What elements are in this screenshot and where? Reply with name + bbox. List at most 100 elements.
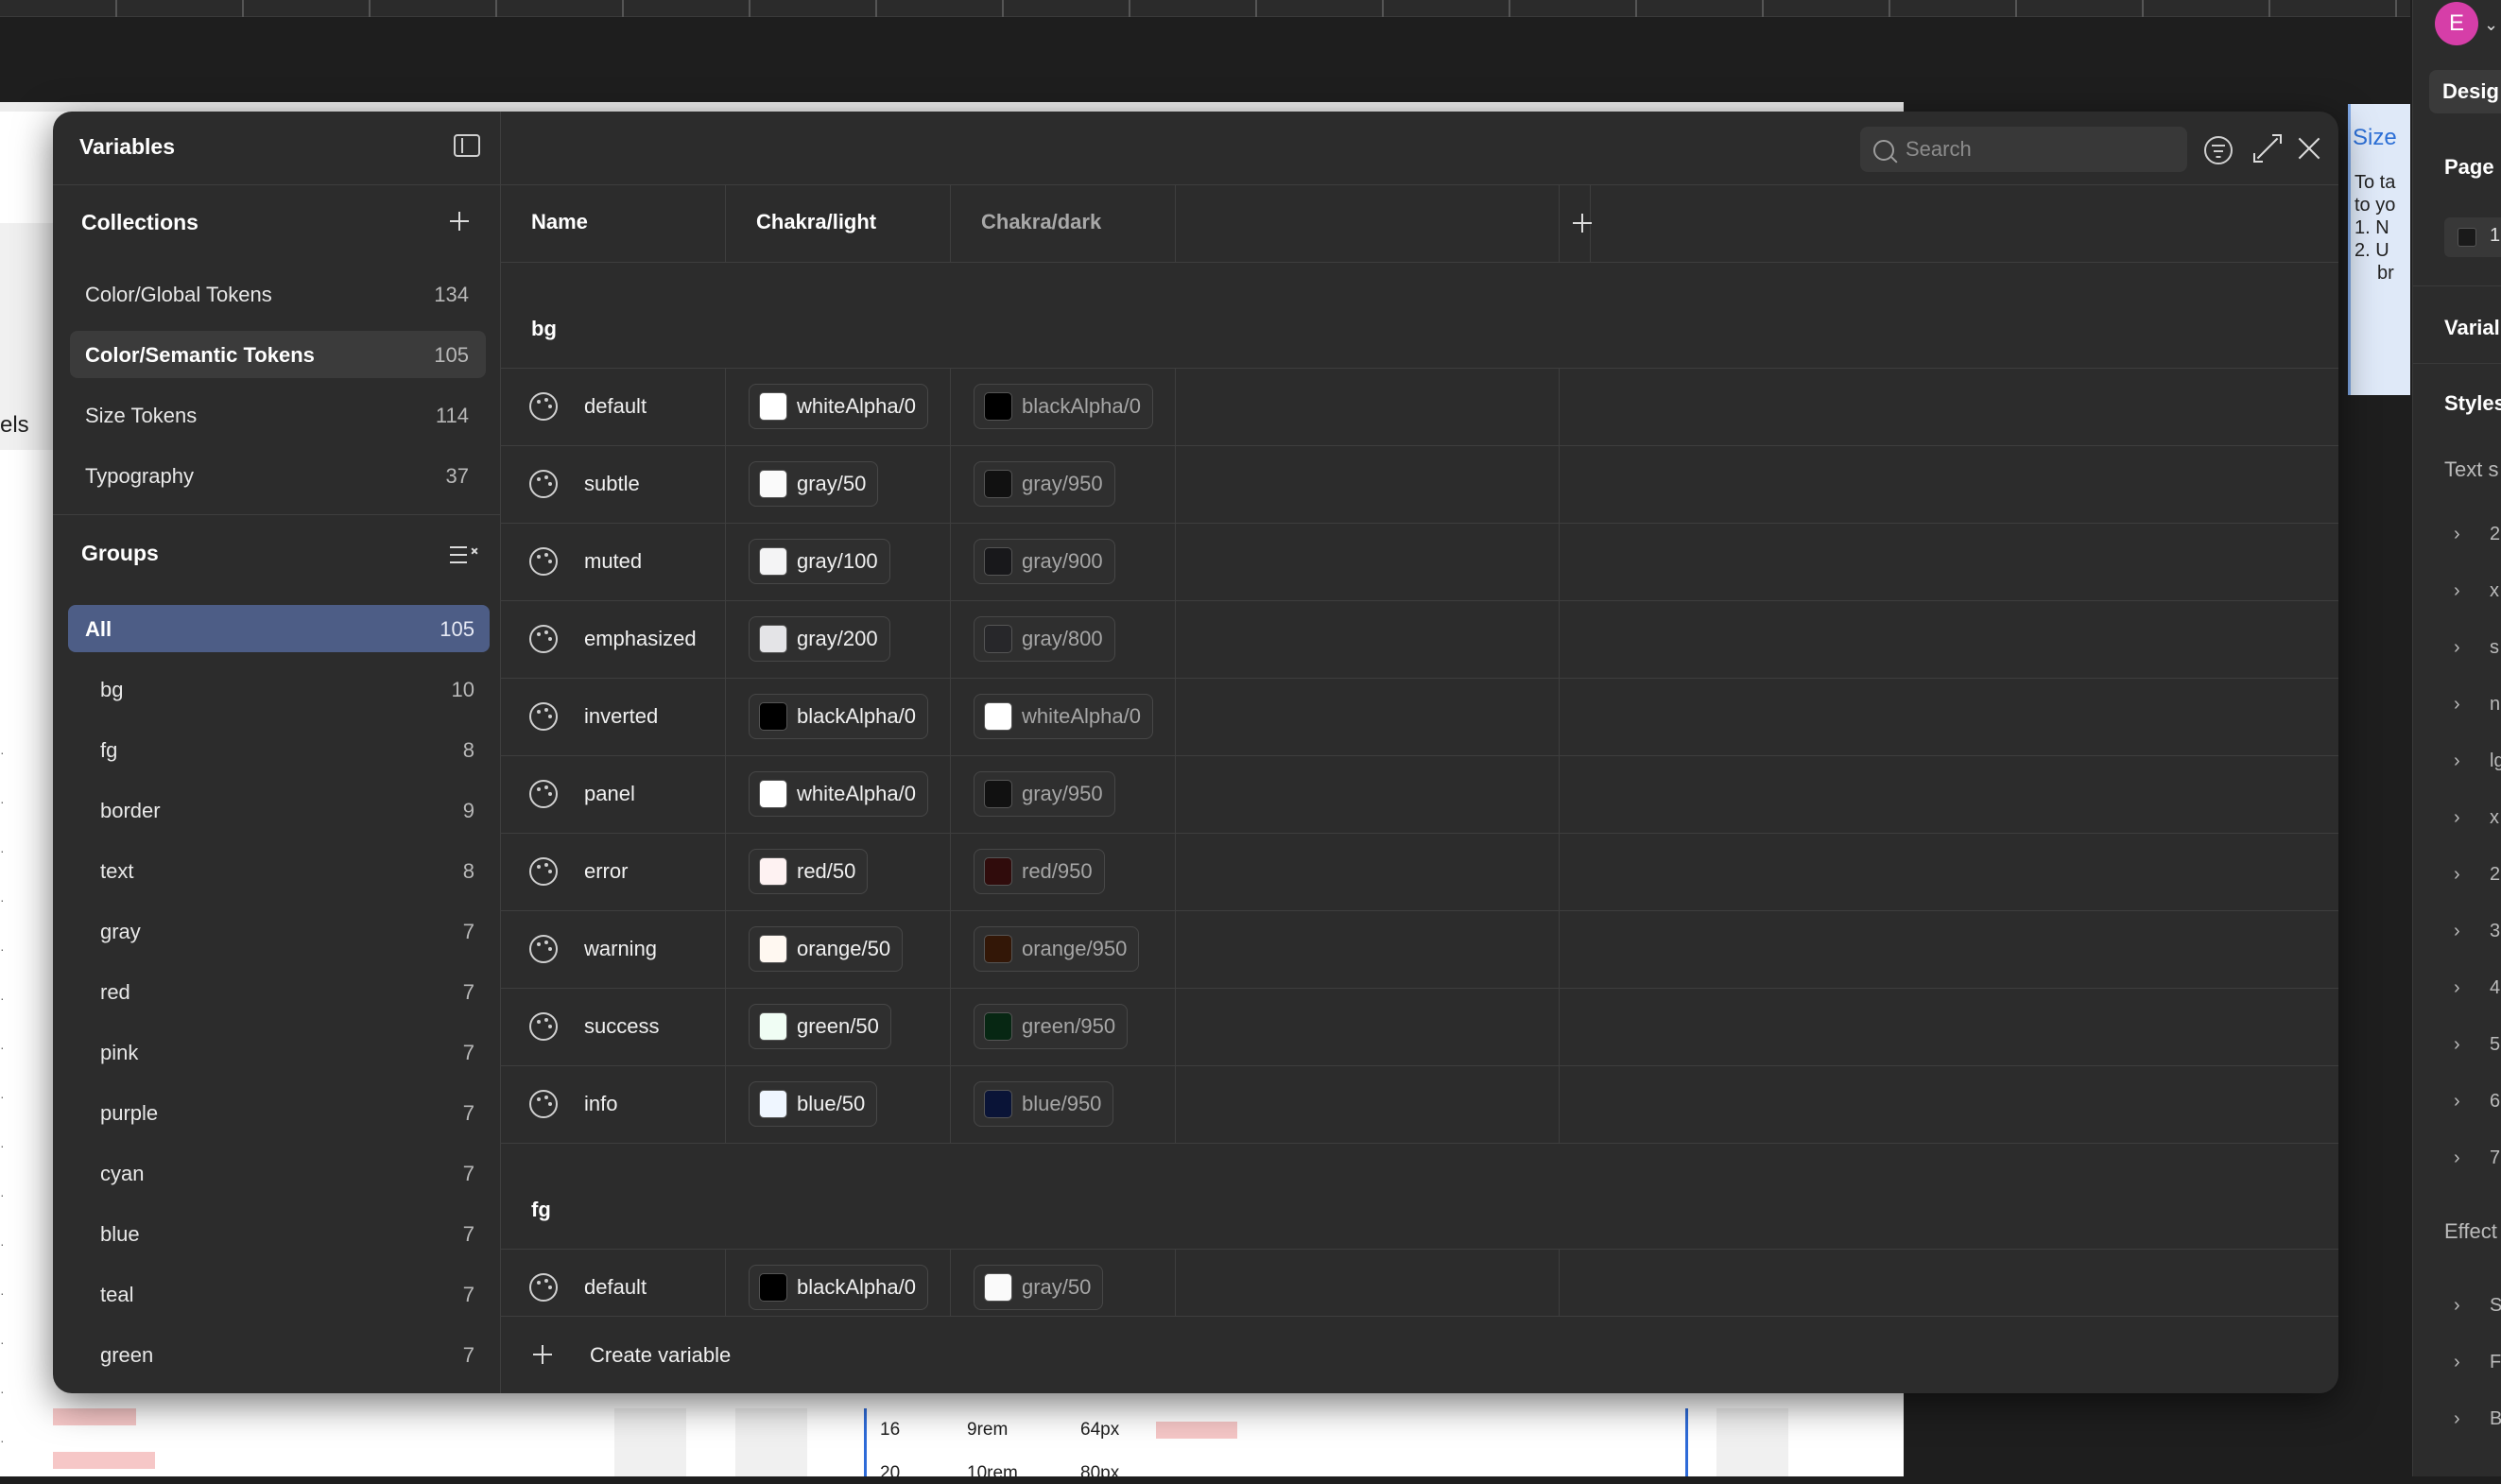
search-box[interactable] — [1860, 127, 2187, 172]
light-value-cell[interactable]: gray/200 — [726, 601, 951, 679]
add-mode-icon[interactable] — [1571, 212, 1594, 234]
chevron-right-icon[interactable]: › — [2454, 1352, 2460, 1373]
dark-value-cell[interactable]: orange/950 — [951, 911, 1176, 989]
value-chip[interactable]: blackAlpha/0 — [974, 384, 1153, 429]
text-style-item[interactable]: lg — [2490, 751, 2501, 772]
variable-name-cell[interactable]: default — [501, 369, 726, 446]
variable-name-cell[interactable]: success — [501, 989, 726, 1066]
variable-row[interactable]: muted gray/100 gray/900 — [501, 524, 2338, 601]
collection-item[interactable]: Typography 37 — [70, 452, 486, 499]
dark-value-cell[interactable]: gray/900 — [951, 524, 1176, 601]
search-input[interactable] — [1904, 134, 2130, 164]
effect-item[interactable]: B — [2490, 1408, 2501, 1430]
variable-row[interactable]: success green/50 green/950 — [501, 989, 2338, 1066]
value-chip[interactable]: gray/900 — [974, 539, 1115, 584]
value-chip[interactable]: red/50 — [749, 849, 869, 894]
close-icon[interactable] — [2295, 134, 2323, 163]
text-style-item[interactable]: 7 — [2490, 1148, 2500, 1169]
collection-item[interactable]: Size Tokens 114 — [70, 391, 486, 439]
variable-row[interactable]: panel whiteAlpha/0 gray/950 — [501, 756, 2338, 834]
group-item-cyan[interactable]: cyan 7 — [68, 1149, 490, 1197]
filter-icon[interactable] — [2204, 136, 2233, 164]
variable-name-cell[interactable]: error — [501, 834, 726, 911]
value-chip[interactable]: blue/950 — [974, 1081, 1114, 1127]
column-header-light[interactable]: Chakra/light — [726, 185, 951, 263]
light-value-cell[interactable]: blue/50 — [726, 1066, 951, 1144]
chevron-right-icon[interactable]: › — [2454, 921, 2460, 942]
group-item-fg[interactable]: fg 8 — [68, 726, 490, 773]
page-color-field[interactable]: 1 — [2444, 217, 2501, 257]
group-item-green[interactable]: green 7 — [68, 1331, 490, 1378]
chevron-right-icon[interactable]: › — [2454, 751, 2460, 772]
variable-row[interactable]: default whiteAlpha/0 blackAlpha/0 — [501, 369, 2338, 446]
variable-row[interactable]: error red/50 red/950 — [501, 834, 2338, 911]
column-header-dark[interactable]: Chakra/dark — [951, 185, 1176, 263]
value-chip[interactable]: gray/50 — [974, 1265, 1104, 1310]
value-chip[interactable]: whiteAlpha/0 — [974, 694, 1153, 739]
value-chip[interactable]: whiteAlpha/0 — [749, 384, 928, 429]
group-item-teal[interactable]: teal 7 — [68, 1270, 490, 1318]
value-chip[interactable]: whiteAlpha/0 — [749, 771, 928, 817]
effect-item[interactable]: S — [2490, 1295, 2501, 1317]
text-style-item[interactable]: 3 — [2490, 921, 2500, 942]
group-item-pink[interactable]: pink 7 — [68, 1028, 490, 1076]
light-value-cell[interactable]: whiteAlpha/0 — [726, 369, 951, 446]
variable-name-cell[interactable]: emphasized — [501, 601, 726, 679]
chevron-right-icon[interactable]: › — [2454, 524, 2460, 545]
chevron-right-icon[interactable]: › — [2454, 580, 2460, 602]
dark-value-cell[interactable]: blue/950 — [951, 1066, 1176, 1144]
variable-row[interactable]: warning orange/50 orange/950 — [501, 911, 2338, 989]
value-chip[interactable]: gray/200 — [749, 616, 890, 662]
chevron-right-icon[interactable]: › — [2454, 1148, 2460, 1169]
dark-value-cell[interactable]: green/950 — [951, 989, 1176, 1066]
chevron-right-icon[interactable]: › — [2454, 1034, 2460, 1056]
chevron-right-icon[interactable]: › — [2454, 637, 2460, 659]
chevron-right-icon[interactable]: › — [2454, 1091, 2460, 1113]
text-style-item[interactable]: 4 — [2490, 977, 2500, 999]
variable-row[interactable]: inverted blackAlpha/0 whiteAlpha/0 — [501, 679, 2338, 756]
value-chip[interactable]: orange/950 — [974, 926, 1140, 972]
light-value-cell[interactable]: gray/50 — [726, 446, 951, 524]
group-item-border[interactable]: border 9 — [68, 786, 490, 834]
chevron-right-icon[interactable]: › — [2454, 694, 2460, 716]
group-item-blue[interactable]: blue 7 — [68, 1210, 490, 1257]
value-chip[interactable]: blue/50 — [749, 1081, 878, 1127]
variable-row[interactable]: info blue/50 blue/950 — [501, 1066, 2338, 1144]
text-style-item[interactable]: s — [2490, 637, 2499, 659]
chevron-right-icon[interactable]: › — [2454, 864, 2460, 886]
dark-value-cell[interactable]: gray/950 — [951, 756, 1176, 834]
group-item-purple[interactable]: purple 7 — [68, 1089, 490, 1136]
variable-name-cell[interactable]: inverted — [501, 679, 726, 756]
group-item-bg[interactable]: bg 10 — [68, 665, 490, 713]
variable-name-cell[interactable]: panel — [501, 756, 726, 834]
dark-value-cell[interactable]: whiteAlpha/0 — [951, 679, 1176, 756]
collection-item[interactable]: Color/Global Tokens 134 — [70, 270, 486, 318]
dark-value-cell[interactable]: gray/950 — [951, 446, 1176, 524]
value-chip[interactable]: blackAlpha/0 — [749, 1265, 928, 1310]
light-value-cell[interactable]: orange/50 — [726, 911, 951, 989]
value-chip[interactable]: blackAlpha/0 — [749, 694, 928, 739]
variable-row[interactable]: subtle gray/50 gray/950 — [501, 446, 2338, 524]
group-item-gray[interactable]: gray 7 — [68, 907, 490, 955]
text-style-item[interactable]: x — [2490, 807, 2499, 829]
chevron-right-icon[interactable]: › — [2454, 807, 2460, 829]
text-style-item[interactable]: n — [2490, 694, 2500, 716]
dark-value-cell[interactable]: gray/800 — [951, 601, 1176, 679]
value-chip[interactable]: gray/800 — [974, 616, 1115, 662]
value-chip[interactable]: gray/950 — [974, 771, 1115, 817]
text-style-item[interactable]: 5 — [2490, 1034, 2500, 1056]
variable-row[interactable]: emphasized gray/200 gray/800 — [501, 601, 2338, 679]
group-item-text[interactable]: text 8 — [68, 847, 490, 894]
group-item-All[interactable]: All 105 — [68, 605, 490, 652]
light-value-cell[interactable]: red/50 — [726, 834, 951, 911]
chevron-right-icon[interactable]: › — [2454, 1295, 2460, 1317]
light-value-cell[interactable]: gray/100 — [726, 524, 951, 601]
value-chip[interactable]: red/950 — [974, 849, 1105, 894]
value-chip[interactable]: gray/100 — [749, 539, 890, 584]
light-value-cell[interactable]: blackAlpha/0 — [726, 679, 951, 756]
light-value-cell[interactable]: whiteAlpha/0 — [726, 756, 951, 834]
variable-name-cell[interactable]: warning — [501, 911, 726, 989]
chevron-right-icon[interactable]: › — [2454, 977, 2460, 999]
value-chip[interactable]: green/50 — [749, 1004, 891, 1049]
value-chip[interactable]: orange/50 — [749, 926, 904, 972]
